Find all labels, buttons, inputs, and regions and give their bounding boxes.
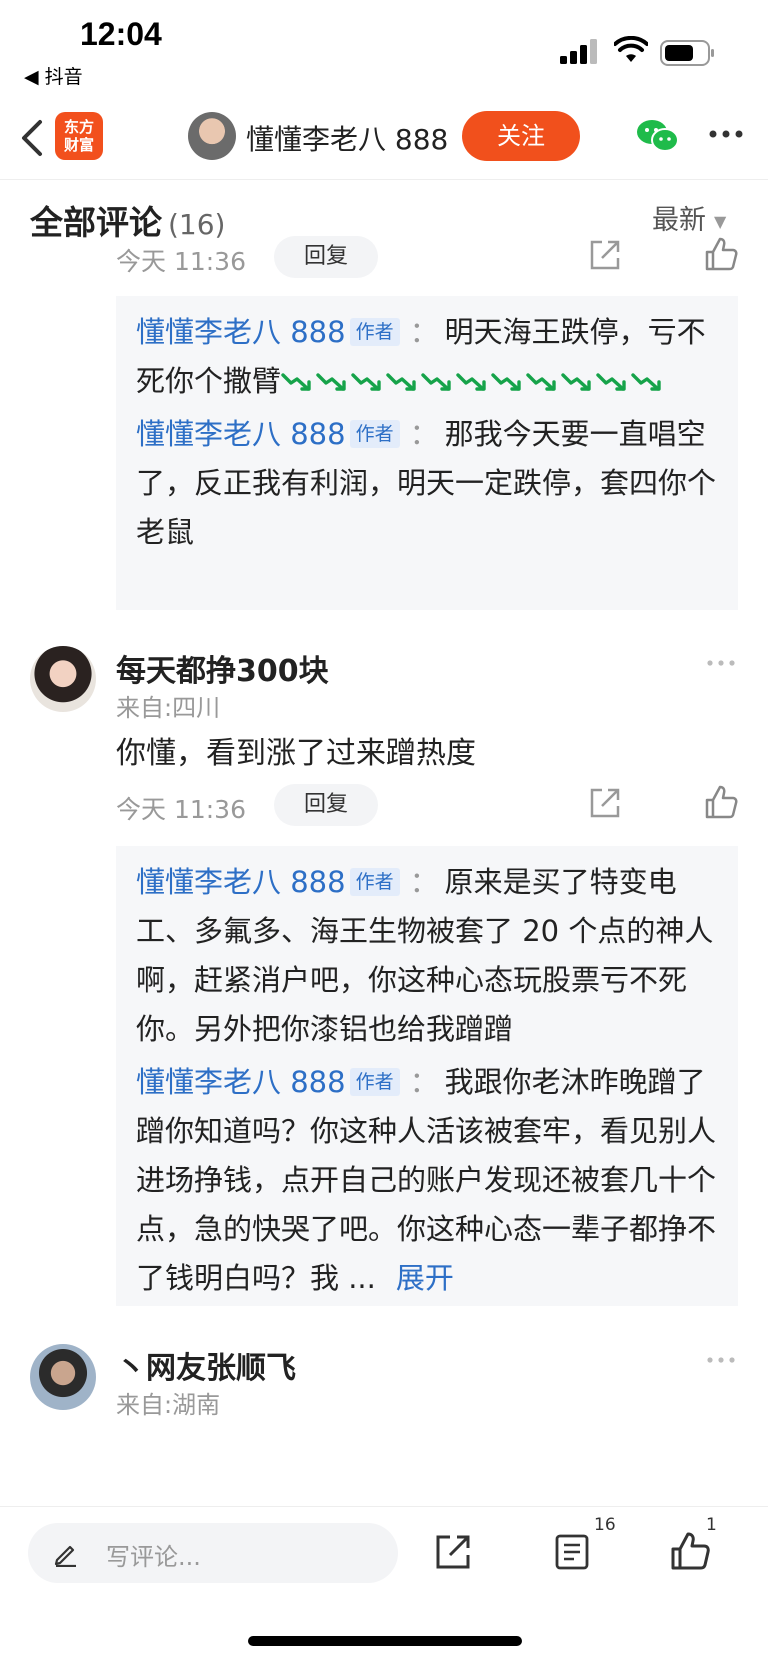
commenter-name[interactable]: 每天都挣300块 [116, 646, 329, 690]
reply-thread-box: 懂懂李老八 888 作者：明天海王跌停，亏不死你个撒臂 懂懂李老八 888 作者：那… [116, 296, 738, 610]
falling-chart-emoji [526, 373, 556, 391]
reply-thread-box: 懂懂李老八 888 作者：原来是买了特变电工、多氟多、海王生物被套了 20 个点的… [116, 846, 738, 1306]
comment-more-icon[interactable] [706, 1355, 736, 1365]
falling-chart-emoji [491, 373, 521, 391]
write-comment-placeholder: 写评论... [106, 1543, 201, 1571]
back-arrow-icon[interactable] [18, 116, 46, 160]
falling-chart-emoji [596, 373, 626, 391]
thumbs-up-icon[interactable] [704, 784, 738, 820]
wifi-icon [614, 36, 648, 62]
commenter-avatar[interactable] [30, 646, 96, 712]
pen-icon [54, 1545, 76, 1567]
commenter-location: 来自:湖南 [116, 1391, 221, 1419]
falling-chart-emoji [561, 373, 591, 391]
author-avatar[interactable] [188, 112, 236, 160]
status-bar: 12:04 ◀ 抖音 [0, 0, 768, 96]
author-badge: 作者 [349, 868, 400, 896]
reply-button[interactable]: 回复 [274, 236, 378, 278]
comment-count-badge: 16 [594, 1515, 616, 1535]
author-name[interactable]: 懂懂李老八 888 [246, 118, 448, 158]
comment-list-icon[interactable] [554, 1533, 590, 1571]
more-options-icon[interactable] [708, 124, 744, 144]
caret-down-icon: ▼ [714, 212, 727, 231]
falling-chart-emoji [631, 373, 661, 391]
share-icon[interactable] [588, 238, 622, 272]
battery-icon [660, 40, 714, 66]
reply-item: 懂懂李老八 888 作者：那我今天要一直唱空了，反正我有利润，明天一定跌停，套四你… [136, 417, 717, 549]
status-time: 12:04 [80, 16, 162, 52]
reply-item: 懂懂李老八 888 作者：原来是买了特变电工、多氟多、海王生物被套了 20 个点的… [136, 865, 714, 1046]
comment-text: 你懂，看到涨了过来蹭热度 [116, 736, 476, 771]
cellular-signal-icon [560, 39, 597, 64]
top-navigation-bar: 东方 财富 懂懂李老八 888 关注 [0, 100, 768, 180]
comment-meta-row: 今天 11:36 回复 [116, 784, 738, 828]
commenter-avatar[interactable] [30, 1344, 96, 1410]
falling-chart-emoji [316, 373, 346, 391]
write-comment-input[interactable]: 写评论... [28, 1523, 398, 1583]
follow-button[interactable]: 关注 [462, 111, 580, 161]
author-badge: 作者 [349, 420, 400, 448]
reply-item: 懂懂李老八 888 作者：明天海王跌停，亏不死你个撒臂 [136, 315, 706, 398]
reply-author-name[interactable]: 懂懂李老八 888 [136, 1065, 346, 1099]
wechat-share-icon[interactable] [636, 118, 680, 154]
comment-time: 今天 11:36 [116, 247, 246, 276]
reply-item: 懂懂李老八 888 作者：我跟你老沐昨晚蹭了蹭你知道吗？你这种人活该被套牢，看见别… [136, 1065, 717, 1295]
reply-author-name[interactable]: 懂懂李老八 888 [136, 865, 346, 899]
home-indicator [248, 1636, 522, 1646]
comment-time: 今天 11:36 [116, 795, 246, 824]
comment-meta-row: 今天 11:36 回复 [116, 236, 738, 280]
falling-chart-emoji [386, 373, 416, 391]
sort-dropdown[interactable]: 最新 ▼ [652, 198, 726, 237]
falling-chart-emoji-row [281, 364, 666, 398]
reply-author-name[interactable]: 懂懂李老八 888 [136, 417, 346, 451]
commenter-name[interactable]: 丶网友张顺飞 [116, 1343, 296, 1387]
share-icon[interactable] [434, 1533, 472, 1571]
bottom-action-bar: 写评论... 16 1 [0, 1506, 768, 1596]
thumbs-up-icon[interactable] [704, 236, 738, 272]
falling-chart-emoji [351, 373, 381, 391]
back-to-app-link[interactable]: ◀ 抖音 [24, 62, 83, 89]
comment-more-icon[interactable] [706, 658, 736, 668]
falling-chart-emoji [421, 373, 451, 391]
author-badge: 作者 [349, 1068, 400, 1096]
thumbs-up-icon[interactable] [670, 1531, 710, 1571]
author-badge: 作者 [349, 318, 400, 346]
commenter-location: 来自:四川 [116, 694, 221, 722]
reply-author-name[interactable]: 懂懂李老八 888 [136, 315, 346, 349]
share-icon[interactable] [588, 786, 622, 820]
expand-link[interactable]: 展开 [396, 1261, 454, 1295]
falling-chart-emoji [281, 373, 311, 391]
reply-button[interactable]: 回复 [274, 784, 378, 826]
brand-logo[interactable]: 东方 财富 [55, 112, 103, 160]
like-count-badge: 1 [706, 1515, 717, 1535]
falling-chart-emoji [456, 373, 486, 391]
